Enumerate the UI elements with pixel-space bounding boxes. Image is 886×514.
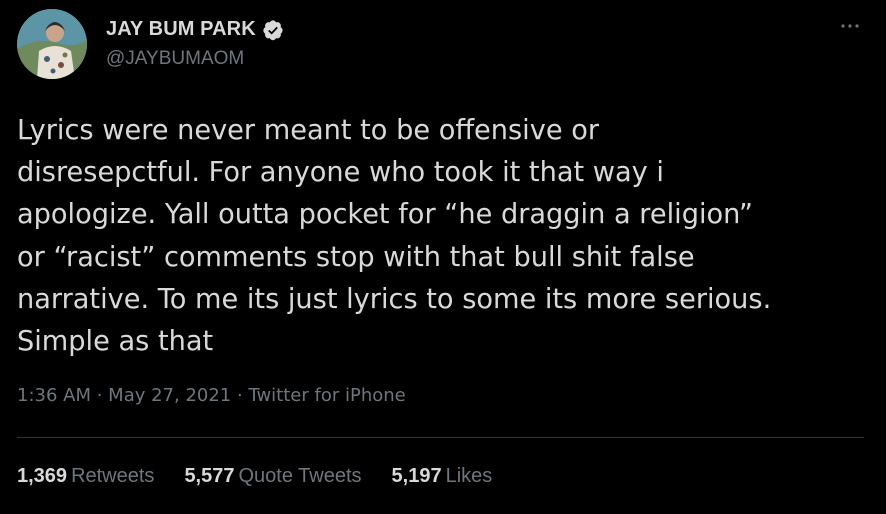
engagement-stats: 1,369 Retweets 5,577 Quote Tweets 5,197 Lik… [17,465,522,488]
more-horizontal-icon[interactable] [838,14,862,38]
tweet-time-link[interactable]: 1:36 AM [17,385,91,406]
tweet-text-line: Lyrics were never meant to be offensive … [17,115,600,146]
quote-tweets-count: 5,577 [184,465,235,487]
likes-stat[interactable]: 5,197 Likes [392,465,493,488]
author-handle[interactable]: @JAYBUMAOM [106,48,244,70]
meta-separator: · [91,385,109,406]
divider [17,437,864,438]
meta-separator: · [231,385,249,406]
tweet-source-link[interactable]: Twitter for iPhone [248,385,405,406]
tweet-metadata: 1:36 AM · May 27, 2021 · Twitter for iPh… [17,385,406,406]
profile-avatar[interactable] [17,9,87,79]
author-display-name[interactable]: JAY BUM PARK [106,18,256,41]
tweet-text: Lyrics were never meant to be offensive … [17,110,877,363]
tweet-text-line: apologize. Yall outta pocket for “he dra… [17,199,753,231]
likes-count: 5,197 [391,465,442,487]
tweet-text-line: or “racist” comments stop with that bull… [17,241,695,273]
quote-tweets-stat[interactable]: 5,577 Quote Tweets [184,465,361,488]
tweet-text-line: Simple as that [17,326,214,358]
tweet-container: JAY BUM PARK @JAYBUMAOM Lyrics were neve… [0,0,886,514]
likes-label: Likes [445,465,493,487]
retweets-count: 1,369 [17,465,68,487]
avatar-image [17,9,87,79]
tweet-text-line: narrative. To me its just lyrics to some… [17,283,772,315]
retweets-label: Retweets [71,465,155,487]
tweet-date-link[interactable]: May 27, 2021 [108,385,231,406]
retweets-stat[interactable]: 1,369 Retweets [17,465,154,488]
verified-badge-icon [263,19,283,40]
quote-tweets-label: Quote Tweets [238,465,362,487]
author-name-row[interactable]: JAY BUM PARK [106,18,284,41]
tweet-text-line: disresepctful. For anyone who took it th… [17,157,664,189]
